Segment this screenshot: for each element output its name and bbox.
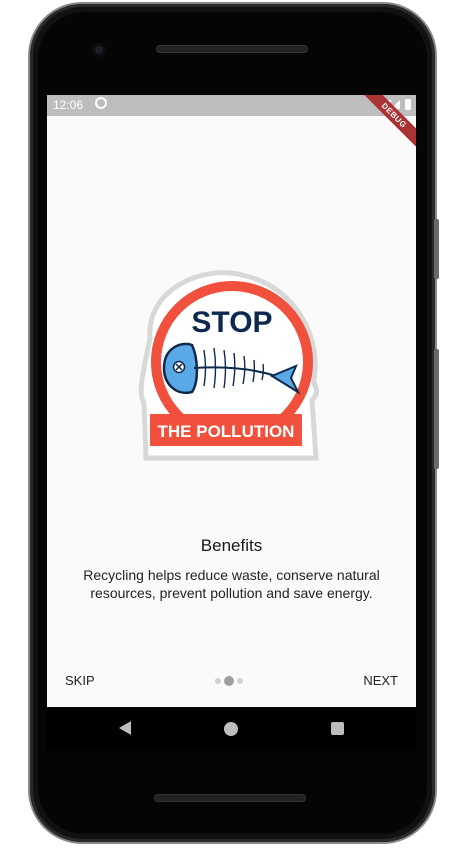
front-camera	[92, 43, 106, 57]
bottom-speaker	[154, 794, 306, 802]
status-time: 12:06	[53, 98, 84, 112]
home-icon[interactable]	[224, 722, 238, 736]
status-bar: 12:06	[47, 95, 416, 116]
app-screen: 12:06 DEBUG STOP THE POLLUTION Benefits …	[47, 95, 416, 707]
skip-button[interactable]: SKIP	[65, 673, 95, 688]
power-button	[434, 349, 439, 469]
next-button[interactable]: NEXT	[363, 673, 398, 688]
logo-pollution-text: THE POLLUTION	[158, 422, 295, 441]
system-nav-bar	[47, 707, 416, 751]
onboarding-description: Recycling helps reduce waste, conserve n…	[83, 567, 380, 601]
recents-icon[interactable]	[331, 722, 344, 735]
page-indicator	[215, 676, 245, 686]
volume-button	[434, 219, 439, 279]
logo-stop-text: STOP	[191, 306, 272, 339]
page-dot[interactable]	[237, 678, 243, 684]
page-dot[interactable]	[215, 678, 221, 684]
page-dot-active[interactable]	[224, 676, 234, 686]
onboarding-title: Benefits	[200, 536, 263, 555]
back-icon[interactable]	[119, 721, 131, 735]
stop-pollution-logo: STOP THE POLLUTION	[138, 270, 319, 461]
sync-icon	[95, 97, 107, 109]
top-speaker	[156, 45, 308, 53]
battery-icon	[405, 99, 411, 110]
